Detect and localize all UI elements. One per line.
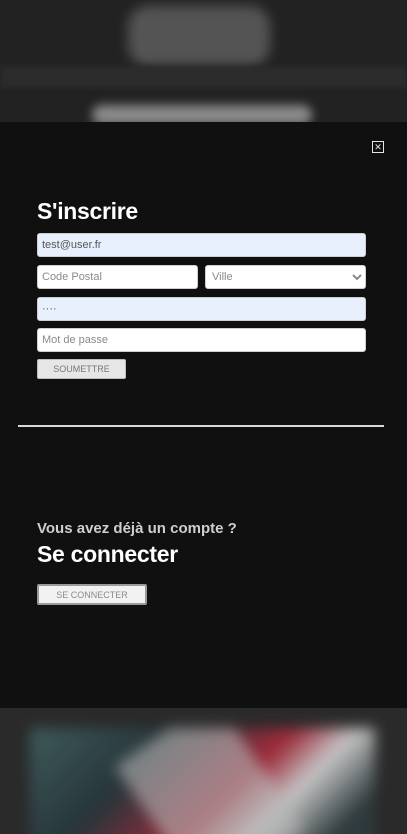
background-logo: [128, 6, 270, 66]
background-content: [0, 708, 407, 834]
password-field[interactable]: [37, 297, 366, 321]
close-icon[interactable]: ✕: [372, 141, 384, 153]
background-nav: [0, 66, 407, 88]
password-confirm-field[interactable]: [37, 328, 366, 352]
email-field[interactable]: [37, 233, 366, 257]
background-header: [0, 0, 407, 122]
section-divider: [18, 425, 384, 427]
login-title: Se connecter: [37, 541, 178, 567]
city-select[interactable]: Ville: [205, 265, 366, 289]
signup-title: S'inscrire: [37, 198, 138, 224]
postal-code-field[interactable]: [37, 265, 198, 289]
auth-modal: ✕ S'inscrire Ville SOUMETTRE Vous avez d…: [0, 122, 407, 708]
background-button: [92, 105, 312, 122]
background-image: [30, 728, 375, 834]
login-question: Vous avez déjà un compte ?: [37, 520, 237, 537]
login-button[interactable]: SE CONNECTER: [37, 584, 147, 605]
submit-button[interactable]: SOUMETTRE: [37, 359, 126, 379]
